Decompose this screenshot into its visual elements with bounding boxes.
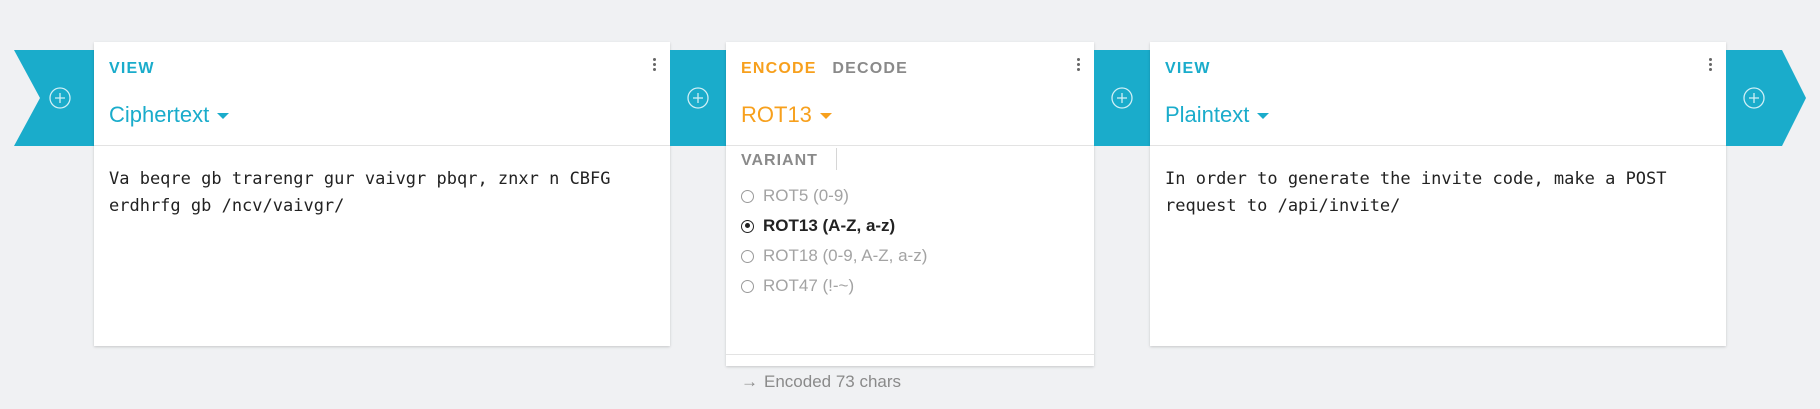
card-footer: → Encoded 73 chars [726,354,1094,409]
ciphertext-view-card: VIEW Ciphertext Va beqre gb trarengr gur… [94,42,670,346]
view-format-dropdown[interactable]: Ciphertext [109,102,230,128]
variant-options: ROT5 (0-9) ROT13 (A-Z, a-z) ROT18 (0-9, … [741,181,927,301]
radio-button[interactable] [741,219,754,233]
add-circle-icon[interactable] [1110,86,1134,110]
tab-view[interactable]: VIEW [1165,60,1211,77]
chevron-down-icon [819,113,832,119]
variant-option-label: ROT5 (0-9) [763,186,849,205]
ciphertext-content[interactable]: Va beqre gb trarengr gur vaivgr pbqr, zn… [94,146,670,240]
radio-button[interactable] [741,189,754,203]
rot13-encoder-card: ENCODE DECODE ROT13 VARIANT ROT5 (0-9) R… [726,42,1094,391]
more-options-icon[interactable] [1707,56,1713,76]
chevron-down-icon [1257,113,1270,119]
more-options-icon[interactable] [1075,56,1081,76]
variant-option-label: ROT18 (0-9, A-Z, a-z) [763,246,928,265]
card-header: VIEW Ciphertext [94,42,670,146]
more-options-icon[interactable] [651,56,657,76]
variant-label: VARIANT [741,152,818,169]
add-circle-icon[interactable] [48,86,72,110]
card-tabs: ENCODE DECODE [741,60,918,78]
pipe-connector[interactable] [1094,50,1150,146]
variant-option-label: ROT47 (!-~) [763,276,855,295]
divider [836,148,837,170]
radio-button[interactable] [741,249,754,263]
pipe-connector[interactable] [670,50,726,146]
add-circle-icon[interactable] [686,86,710,110]
view-format-label: Plaintext [1165,102,1250,127]
radio-button[interactable] [741,279,754,293]
arrow-right-icon: → [741,372,758,391]
chevron-down-icon [217,113,230,119]
add-circle-icon[interactable] [1742,86,1766,110]
plaintext-content[interactable]: In order to generate the invite code, ma… [1150,146,1726,240]
encode-status: → Encoded 73 chars [741,372,901,392]
cipher-label: ROT13 [741,102,812,127]
pipe-connector-start[interactable] [14,50,94,146]
card-tabs: VIEW [1165,60,1221,78]
tab-view[interactable]: VIEW [109,60,155,77]
view-format-label: Ciphertext [109,102,210,127]
status-text: Encoded 73 chars [764,372,902,391]
pipe-connector-end[interactable] [1726,50,1806,146]
variant-option-rot13[interactable]: ROT13 (A-Z, a-z) [741,211,927,241]
variant-option-rot47[interactable]: ROT47 (!-~) [741,271,927,301]
variant-option-rot5[interactable]: ROT5 (0-9) [741,181,927,211]
variant-option-label: ROT13 (A-Z, a-z) [763,216,896,235]
tab-decode[interactable]: DECODE [832,60,908,77]
plaintext-view-card: VIEW Plaintext In order to generate the … [1150,42,1726,346]
view-format-dropdown[interactable]: Plaintext [1165,102,1270,128]
card-header: ENCODE DECODE ROT13 [726,42,1094,146]
variant-option-rot18[interactable]: ROT18 (0-9, A-Z, a-z) [741,241,927,271]
cipher-dropdown[interactable]: ROT13 [741,102,832,128]
card-tabs: VIEW [109,60,165,78]
tab-encode[interactable]: ENCODE [741,60,817,77]
card-header: VIEW Plaintext [1150,42,1726,146]
